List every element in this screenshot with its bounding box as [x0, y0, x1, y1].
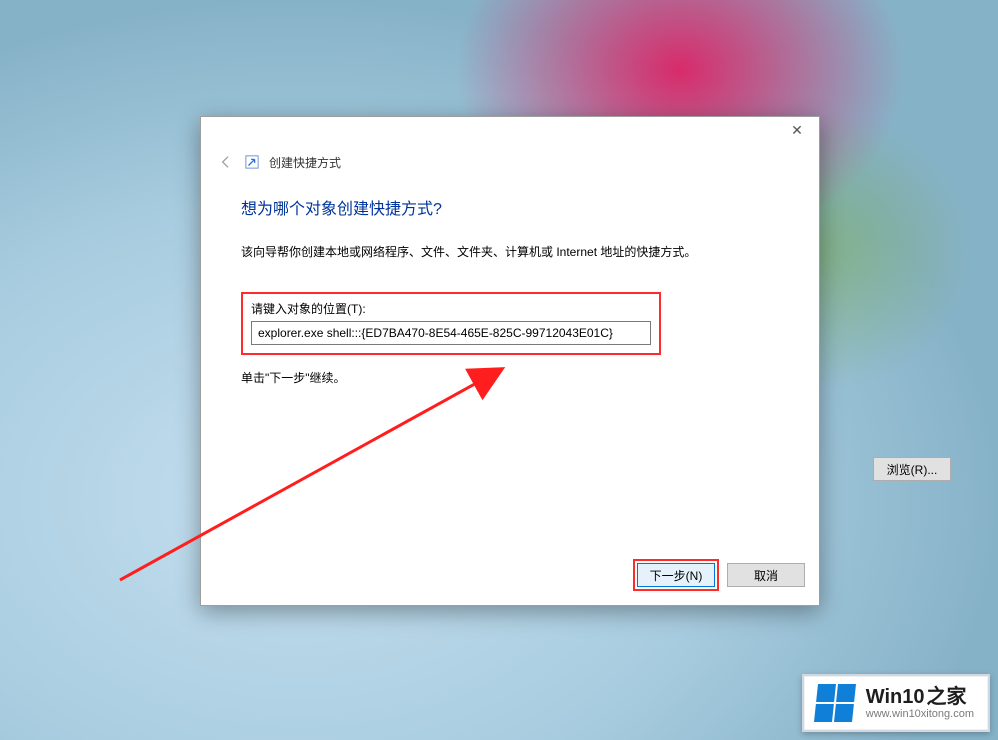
close-button[interactable]: ✕: [777, 119, 817, 141]
watermark-brand-en: Win10: [866, 686, 925, 708]
location-input[interactable]: [251, 321, 651, 345]
watermark-brand-cn: 之家: [927, 686, 967, 708]
wizard-description: 该向导帮你创建本地或网络程序、文件、文件夹、计算机或 Internet 地址的快…: [241, 243, 779, 260]
watermark-text: Win10之家 www.win10xitong.com: [866, 686, 974, 720]
location-label: 请键入对象的位置(T):: [251, 300, 651, 317]
next-button-highlight: 下一步(N): [633, 559, 719, 591]
browse-button[interactable]: 浏览(R)...: [873, 457, 951, 481]
next-button[interactable]: 下一步(N): [637, 563, 715, 587]
dialog-footer: 下一步(N) 取消: [633, 559, 805, 591]
location-group-highlight: 请键入对象的位置(T):: [241, 292, 661, 355]
watermark-card: Win10之家 www.win10xitong.com: [802, 674, 990, 732]
watermark-url: www.win10xitong.com: [866, 708, 974, 720]
windows-logo-icon: [814, 684, 856, 722]
desktop-background: ✕ 创建快捷方式 想为哪个对象创建快捷方式? 该向导帮你创建本地或网络程序、文件…: [0, 0, 998, 740]
arrow-left-icon: [218, 154, 234, 170]
cancel-button[interactable]: 取消: [727, 563, 805, 587]
titlebar: ✕: [201, 117, 819, 145]
wizard-heading: 想为哪个对象创建快捷方式?: [241, 195, 779, 219]
shortcut-icon: [245, 155, 259, 169]
close-icon: ✕: [791, 122, 803, 138]
next-step-hint: 单击"下一步"继续。: [241, 369, 779, 386]
back-button[interactable]: [217, 153, 235, 171]
window-title: 创建快捷方式: [269, 154, 341, 171]
dialog-header: 创建快捷方式: [201, 145, 819, 171]
create-shortcut-dialog: ✕ 创建快捷方式 想为哪个对象创建快捷方式? 该向导帮你创建本地或网络程序、文件…: [200, 116, 820, 606]
dialog-content: 想为哪个对象创建快捷方式? 该向导帮你创建本地或网络程序、文件、文件夹、计算机或…: [201, 171, 819, 386]
